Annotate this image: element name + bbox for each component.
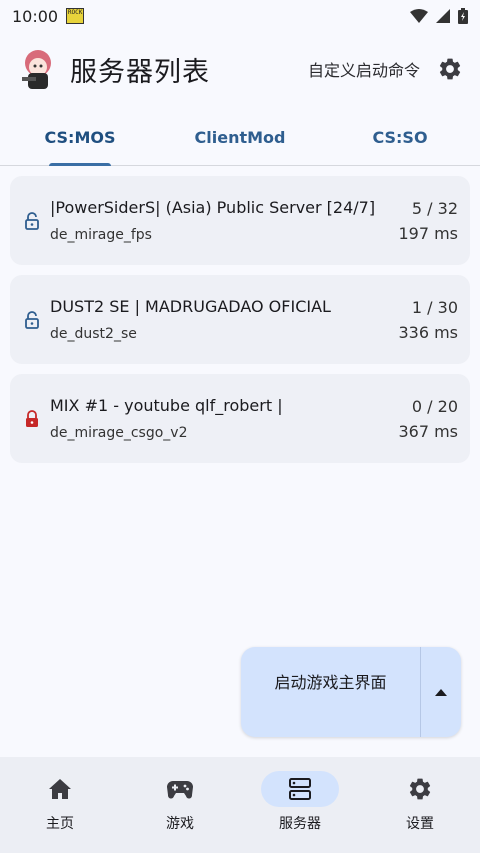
nav-label: 主页: [46, 816, 74, 832]
server-players: 0 / 20: [411, 396, 458, 416]
nav-servers[interactable]: 服务器: [240, 757, 360, 853]
server-card[interactable]: DUST2 SE | MADRUGADAO OFICIAL de_dust2_s…: [10, 275, 470, 364]
server-list: |PowerSiderS| (Asia) Public Server [24/7…: [10, 176, 470, 473]
nav-label: 设置: [406, 816, 434, 832]
nav-label: 服务器: [279, 816, 321, 832]
tab-label: ClientMod: [194, 128, 286, 147]
tab-bar: CS:MOS ClientMod CS:SO: [0, 110, 480, 166]
notification-app-icon: ROCK: [66, 8, 85, 24]
server-name: MIX #1 - youtube qlf_robert |: [50, 396, 283, 415]
lock-closed-icon: [22, 409, 42, 429]
signal-icon: [436, 9, 450, 23]
server-card[interactable]: |PowerSiderS| (Asia) Public Server [24/7…: [10, 176, 470, 265]
server-ping: 367 ms: [398, 421, 458, 441]
server-name: DUST2 SE | MADRUGADAO OFICIAL: [50, 297, 331, 316]
server-map: de_mirage_csgo_v2: [50, 425, 188, 441]
server-players: 1 / 30: [411, 297, 458, 317]
server-ping: 336 ms: [398, 322, 458, 342]
fab-expand-button[interactable]: [421, 647, 461, 737]
status-bar: 10:00 ROCK: [0, 0, 480, 32]
server-map: de_dust2_se: [50, 326, 137, 342]
page-title: 服务器列表: [70, 56, 210, 88]
launch-game-main-ui-button[interactable]: 启动游戏主界面: [241, 647, 420, 737]
tab-label: CS:SO: [372, 128, 428, 147]
battery-icon: [458, 8, 468, 24]
gear-icon: [439, 58, 461, 80]
server-ping: 197 ms: [398, 223, 458, 243]
nav-settings[interactable]: 设置: [360, 757, 480, 853]
caret-up-icon: [435, 689, 447, 696]
tab-clientmod[interactable]: ClientMod: [160, 110, 320, 165]
gear-icon: [409, 778, 431, 800]
status-time: 10:00: [12, 6, 59, 26]
bottom-navigation: 主页 游戏 服务器 设置: [0, 757, 480, 853]
tab-label: CS:MOS: [44, 128, 116, 147]
server-icon: [289, 778, 311, 800]
lock-open-icon: [22, 211, 42, 231]
settings-button[interactable]: [436, 55, 464, 83]
custom-launch-command-button[interactable]: 自定义启动命令: [308, 57, 420, 81]
nav-game[interactable]: 游戏: [120, 757, 240, 853]
top-app-bar: 服务器列表 自定义启动命令: [0, 38, 480, 100]
nav-label: 游戏: [166, 816, 194, 832]
server-players: 5 / 32: [411, 198, 458, 218]
gamepad-icon: [167, 781, 193, 799]
server-name: |PowerSiderS| (Asia) Public Server [24/7…: [50, 198, 376, 217]
wifi-icon: [410, 9, 428, 23]
home-icon: [49, 779, 71, 799]
launch-game-fab: 启动游戏主界面: [241, 647, 461, 737]
nav-home[interactable]: 主页: [0, 757, 120, 853]
status-indicators: [410, 8, 468, 24]
tab-cs-mos[interactable]: CS:MOS: [0, 110, 160, 165]
server-map: de_mirage_fps: [50, 227, 152, 243]
server-card[interactable]: MIX #1 - youtube qlf_robert | de_mirage_…: [10, 374, 470, 463]
lock-open-icon: [22, 310, 42, 330]
app-logo: [18, 47, 58, 91]
tab-cs-so[interactable]: CS:SO: [320, 110, 480, 165]
